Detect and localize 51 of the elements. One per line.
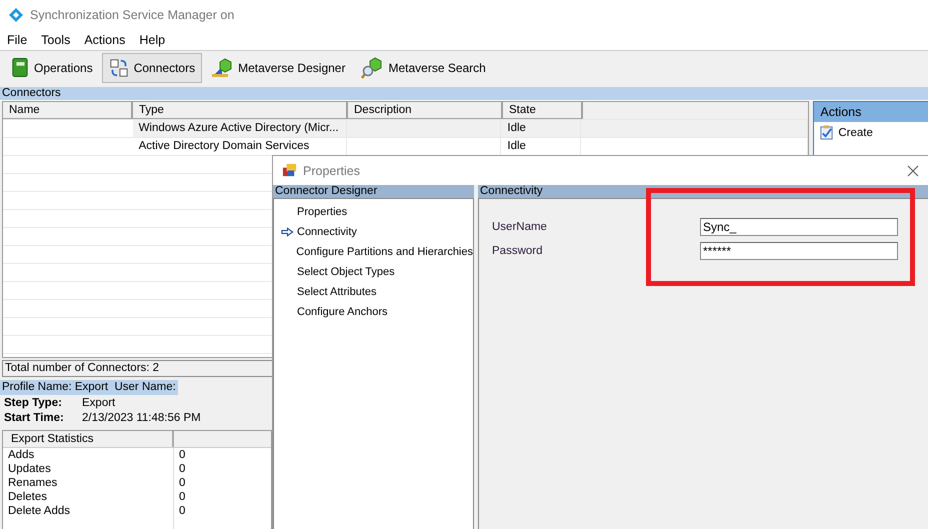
cube-magnifier-icon [361,56,384,78]
field-value: Export [82,396,116,410]
toolbar-button[interactable]: Metaverse Search [354,52,493,82]
wizard-step[interactable]: Connectivity [297,226,357,238]
cube-ruler-icon [211,58,234,78]
app-icon [8,7,24,23]
book-icon [11,57,29,78]
field-label: Step Type: [4,396,63,410]
toolbar-button[interactable]: Connectors [102,52,202,82]
table-cell-text: 0 [178,448,186,462]
panel-header: Actions [814,102,928,122]
table-cell: Deletes [3,490,174,504]
clipboard-check-icon [819,125,834,140]
panel-header: Connector Designer [273,185,474,198]
wizard-step[interactable]: Properties [297,206,348,218]
wizard-step[interactable]: Select Attributes [297,286,376,298]
field-label: Start Time: [4,411,65,425]
table-cell-text: 0 [178,462,186,476]
table-cell: Updates [3,462,174,476]
input-field[interactable]: ****** [700,242,898,260]
section-header: Connectors [0,87,928,101]
connectors-icon [108,58,129,78]
window-title: Synchronization Service Manager on [30,8,234,22]
menu-item[interactable]: Tools [41,33,70,47]
table-cell: Renames [3,476,174,490]
table-cell-text: 0 [178,476,186,490]
close-icon[interactable] [907,165,919,177]
profile-header: Profile Name: Export User Name: [0,380,178,395]
toolbar-button[interactable]: Metaverse Designer [204,52,352,82]
field-value: 2/13/2023 11:48:56 PM [82,411,201,425]
table-cell-text: 0 [178,504,186,518]
action-link[interactable]: Create [838,126,873,138]
menu-item[interactable]: Help [139,33,166,47]
field-label: UserName [492,221,548,233]
table-row[interactable]: Windows Azure Active Directory (Micr... Idle [3,120,808,138]
table-cell: Idle [501,120,582,137]
field-label: Password [492,245,544,257]
wizard-step[interactable]: Configure Anchors [297,306,388,318]
dialog-title: Properties [303,164,360,178]
status-text: Total number of Connectors: 2 [5,362,160,374]
table-cell: Windows Azure Active Directory (Micr... [132,120,347,137]
table-cell: Delete Adds [3,504,174,518]
input-field[interactable]: Sync_ [700,218,898,236]
wizard-step[interactable]: Select Object Types [297,266,395,278]
table-cell: Adds [3,448,174,462]
table-cell-text: 0 [178,490,186,504]
menu-item[interactable]: File [7,33,28,47]
properties-icon [282,163,297,178]
wizard-step[interactable]: Configure Partitions and Hierarchies [296,246,473,258]
toolbar-button[interactable]: Operations [4,52,100,82]
menu-item[interactable]: Actions [84,33,126,47]
